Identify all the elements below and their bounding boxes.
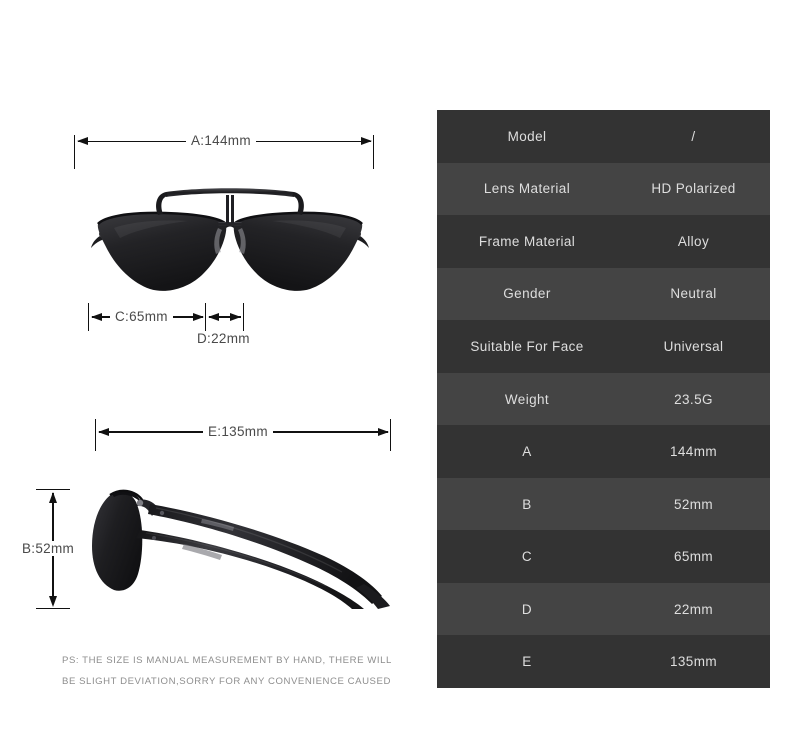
spec-value: 22mm [673, 601, 714, 617]
dimension-b-label: B:52mm [17, 541, 80, 556]
specification-table: Model / Lens Material HD Polarized Frame… [437, 110, 770, 689]
dimension-c-tick-left [88, 303, 90, 331]
dimension-a-tick-left [74, 135, 76, 169]
table-row: A 144mm [437, 425, 770, 478]
sunglasses-side-view [92, 489, 390, 609]
dimension-e-arrow-right [378, 427, 389, 436]
spec-key: Frame Material [478, 233, 576, 249]
disclaimer-line-2: BE SLIGHT DEVIATION,SORRY FOR ANY CONVEN… [62, 676, 391, 687]
table-row: Weight 23.5G [437, 372, 770, 426]
measurement-disclaimer: PS: THE SIZE IS MANUAL MEASUREMENT BY HA… [62, 650, 402, 692]
dimension-b-arrow-down [48, 596, 57, 607]
table-row: B 52mm [437, 477, 770, 531]
spec-key: A [522, 444, 532, 460]
table-row: Model / [437, 110, 770, 163]
dimension-b-tick-bottom [36, 608, 70, 610]
dimension-e-arrow-left [98, 427, 109, 436]
spec-value: 65mm [673, 549, 714, 565]
table-row: Lens Material HD Polarized [437, 162, 770, 216]
dimension-c-tick-right [205, 303, 207, 331]
dimension-d-label: D:22mm [192, 331, 255, 346]
dimension-e-label: E:135mm [203, 424, 273, 439]
dimension-a-label: A:144mm [186, 133, 256, 148]
spec-value: 144mm [669, 444, 717, 460]
spec-value: Universal [663, 338, 724, 354]
table-row: E 135mm [437, 635, 770, 689]
disclaimer-line-1: PS: THE SIZE IS MANUAL MEASUREMENT BY HA… [62, 655, 392, 666]
illustration-panel: A:144mm C:65mm D:22mm E:135mm B:52mm PS:… [0, 0, 430, 744]
spec-key: C [521, 549, 533, 565]
dimension-d-arrow-right [230, 312, 241, 321]
spec-value: / [691, 128, 696, 144]
table-row: Suitable For Face Universal [437, 320, 770, 373]
spec-key: Suitable For Face [470, 338, 584, 354]
dimension-c-label: C:65mm [110, 309, 173, 324]
table-row: D 22mm [437, 582, 770, 636]
spec-value: Neutral [670, 286, 717, 302]
dimension-c-arrow-left [91, 312, 102, 321]
spec-key: Lens Material [483, 181, 571, 197]
spec-value: Alloy [677, 233, 710, 249]
spec-key: E [522, 654, 532, 670]
spec-key: D [521, 601, 533, 617]
spec-value: 135mm [669, 654, 717, 670]
dimension-b-tick-top [36, 489, 70, 491]
spec-key: B [522, 496, 532, 512]
spec-key: Model [507, 128, 547, 144]
dimension-a-arrow-left [77, 136, 88, 145]
spec-key: Weight [504, 391, 550, 407]
spec-value: 23.5G [674, 391, 713, 407]
sunglasses-front-view [91, 188, 369, 291]
dimension-d-arrow-left [208, 312, 219, 321]
dimension-c-arrow-right [193, 312, 204, 321]
spec-value: 52mm [673, 496, 714, 512]
spec-value: HD Polarized [651, 181, 736, 197]
table-row: Frame Material Alloy [437, 215, 770, 268]
spec-key: Gender [503, 286, 551, 302]
table-row: C 65mm [437, 530, 770, 583]
dimension-e-tick-left [95, 419, 97, 451]
dimension-b-arrow-up [48, 492, 57, 503]
dimension-d-tick-right [243, 303, 245, 331]
table-row: Gender Neutral [437, 267, 770, 321]
dimension-a-tick-right [373, 135, 375, 169]
dimension-e-tick-right [390, 419, 392, 451]
dimension-a-arrow-right [361, 136, 372, 145]
